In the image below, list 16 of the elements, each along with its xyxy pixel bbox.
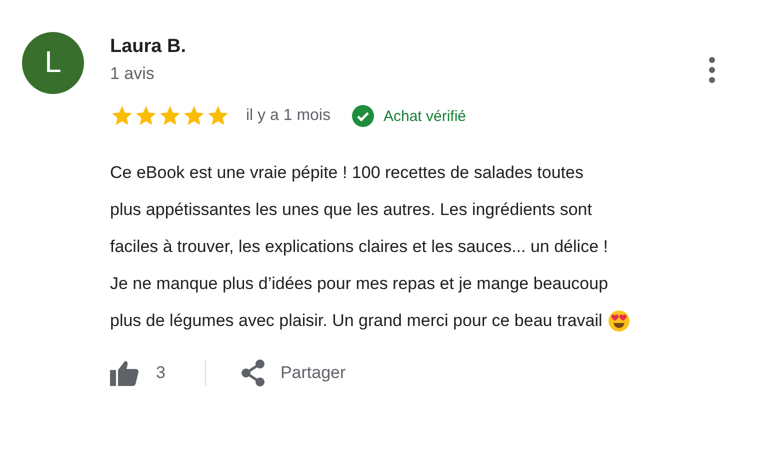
review-text-line: Ce eBook est une vraie pépite ! 100 recettes de salades toutes	[110, 162, 584, 184]
heart-eyes-emoji-icon	[608, 310, 630, 332]
like-button[interactable]: 3	[110, 354, 166, 392]
review-text-line: faciles à trouver, les explications claires et les sauces... un délice !	[110, 236, 608, 258]
share-button[interactable]: Partager	[240, 353, 346, 393]
verified-label: Achat vérifié	[383, 108, 466, 124]
review-date: il y a 1 mois	[246, 107, 330, 125]
review-text-line: plus appétissantes les unes que les autres. Les ingrédients sont	[110, 199, 592, 221]
author-name: Laura B.	[110, 36, 186, 58]
avatar: L	[22, 32, 84, 94]
review-count: 1 avis	[110, 64, 156, 84]
thumbs-up-icon	[110, 360, 140, 386]
review-text-line: plus de légumes avec plaisir. Un grand merci pour ce beau travail	[110, 310, 602, 332]
review-text-line: Je ne manque plus d’idées pour mes repas et je mange beaucoup	[110, 273, 608, 295]
more-options-icon[interactable]	[708, 56, 716, 84]
share-icon	[240, 359, 266, 387]
